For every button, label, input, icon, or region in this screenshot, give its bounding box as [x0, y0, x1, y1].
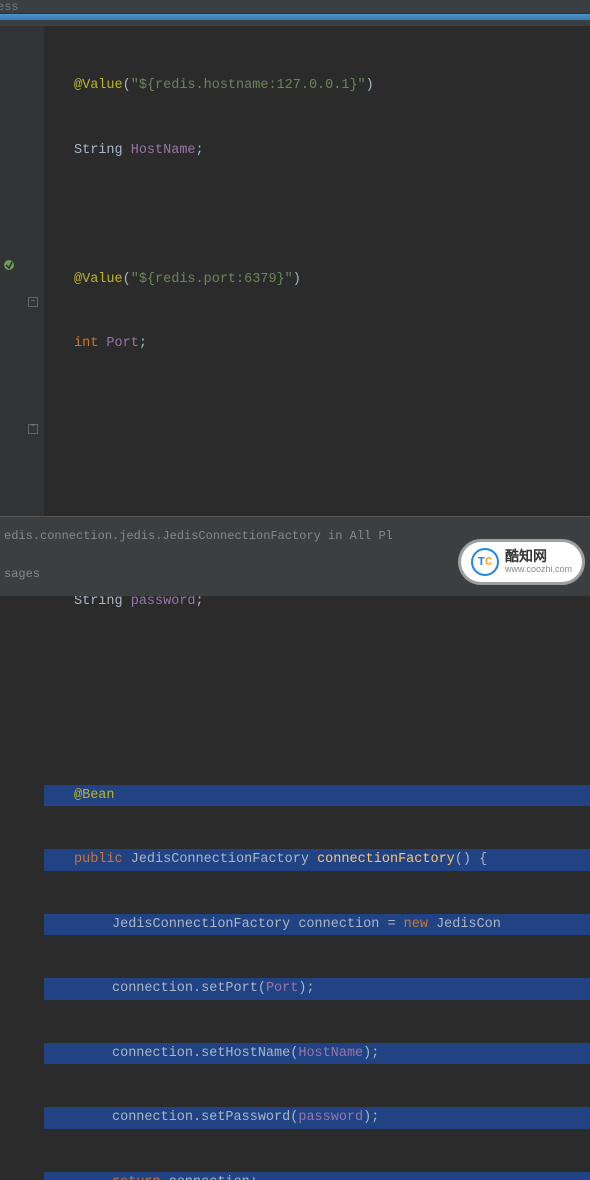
code-line	[44, 720, 590, 742]
code-line	[44, 398, 590, 420]
code-line: return connection;	[44, 1172, 590, 1180]
code-line	[44, 462, 590, 484]
fold-icon[interactable]: −	[28, 297, 38, 307]
usage-result-text: edis.connection.jedis.JedisConnectionFac…	[4, 529, 586, 543]
gutter[interactable]: − ⌃	[0, 26, 44, 516]
code-area[interactable]: @Value("${redis.hostname:127.0.0.1}") St…	[44, 26, 590, 516]
code-line	[44, 204, 590, 226]
code-line: String HostName;	[44, 140, 590, 162]
fold-end-icon[interactable]: ⌃	[28, 424, 38, 434]
breadcrumb-fragment: ess	[0, 0, 19, 14]
watermark-url: www.coozhi.com	[505, 565, 572, 575]
title-bar: ess	[0, 0, 590, 14]
watermark-logo-icon: TC	[471, 548, 499, 576]
override-icon[interactable]	[2, 258, 16, 276]
code-line: JedisConnectionFactory connection = new …	[44, 914, 590, 936]
watermark-title: 酷知网	[505, 549, 572, 564]
find-usages-panel[interactable]: edis.connection.jedis.JedisConnectionFac…	[0, 516, 590, 596]
code-line	[44, 656, 590, 678]
editor[interactable]: − ⌃ @Value("${redis.hostname:127.0.0.1}"…	[0, 26, 590, 516]
code-line: @Value("${redis.port:6379}")	[44, 269, 590, 291]
code-line: public JedisConnectionFactory connection…	[44, 849, 590, 871]
watermark-badge: TC 酷知网 www.coozhi.com	[461, 542, 582, 582]
code-line: int Port;	[44, 333, 590, 355]
code-line: connection.setPassword(password);	[44, 1107, 590, 1129]
code-line: @Value("${redis.hostname:127.0.0.1}")	[44, 75, 590, 97]
code-line: @Bean	[44, 785, 590, 807]
code-line: connection.setHostName(HostName);	[44, 1043, 590, 1065]
code-line: connection.setPort(Port);	[44, 978, 590, 1000]
